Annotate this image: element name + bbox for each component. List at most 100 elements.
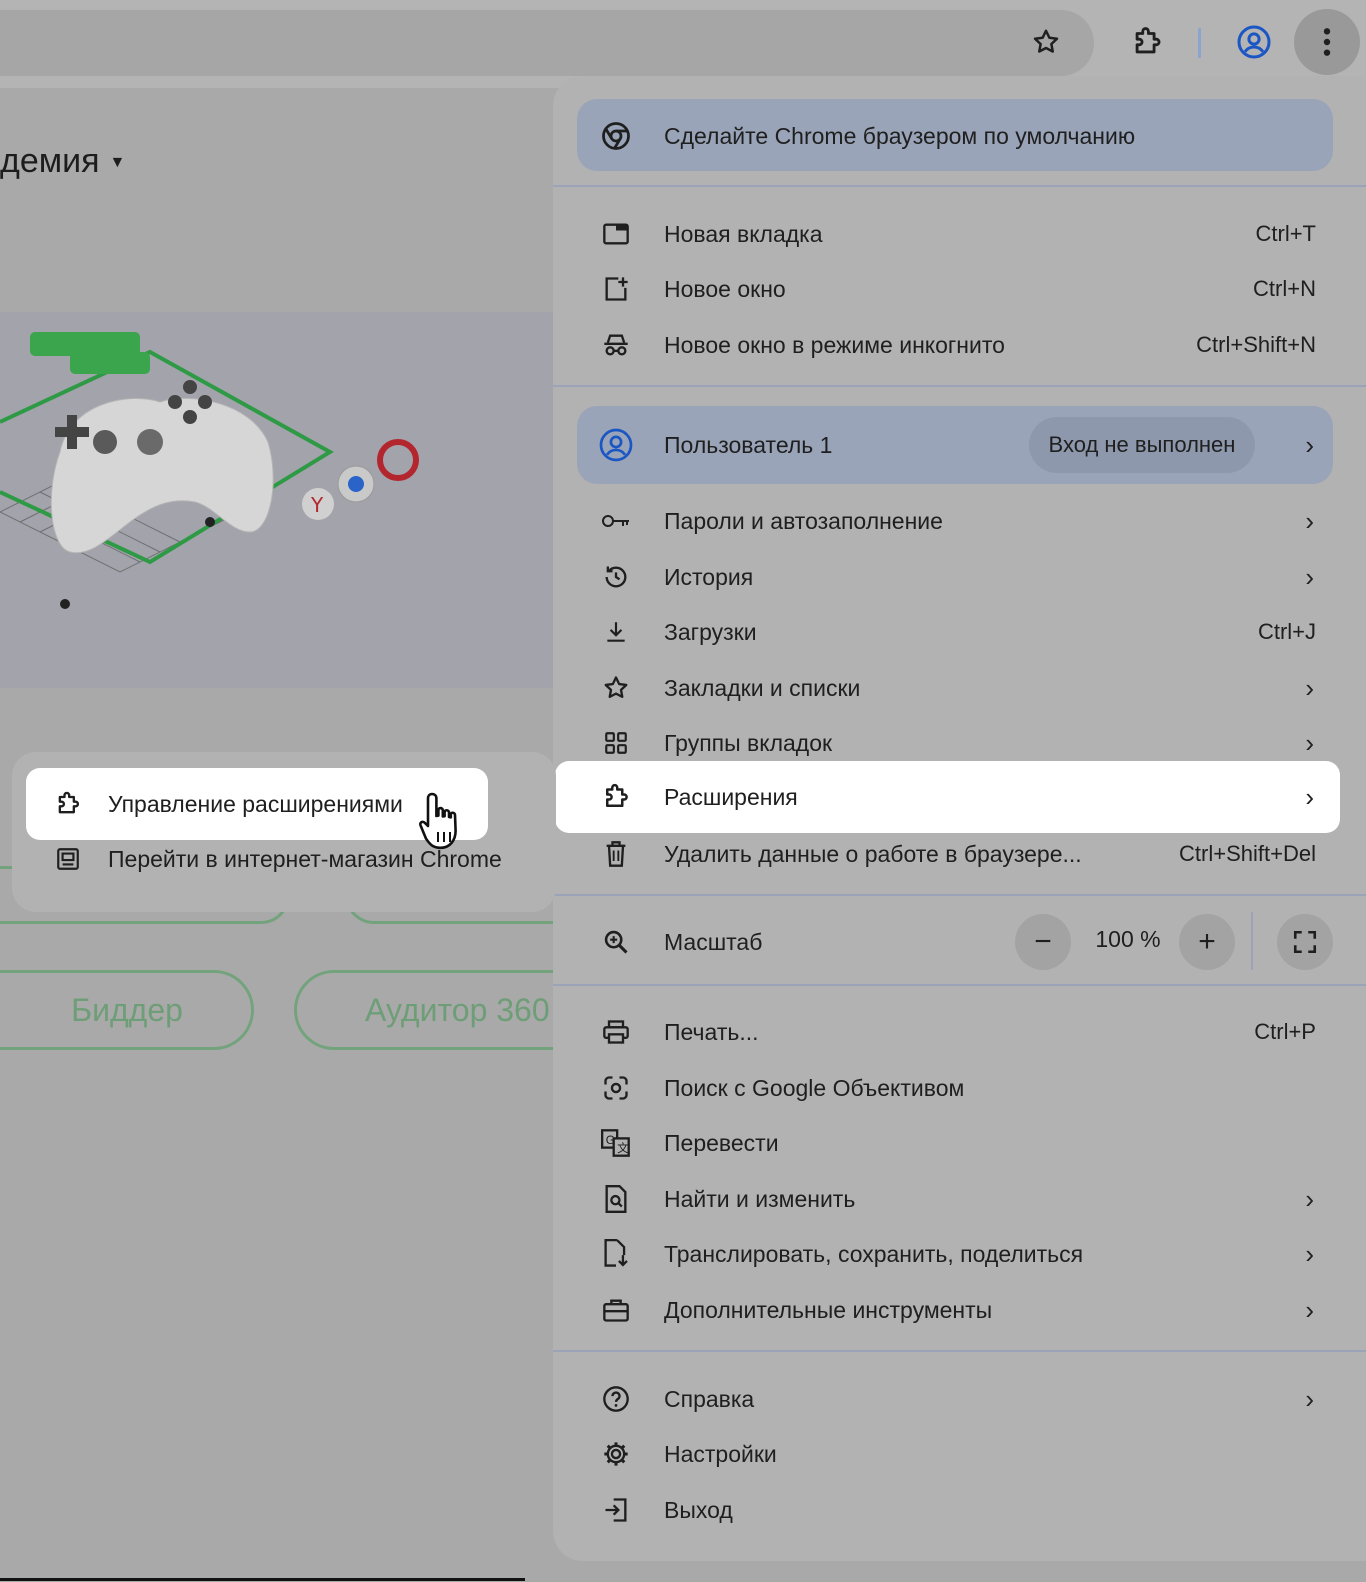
zoom-level: 100 % xyxy=(1095,926,1161,952)
menu-item-label: Сделайте Chrome браузером по умолчанию xyxy=(664,122,1136,149)
menu-item-translate[interactable]: G文 Перевести xyxy=(553,1115,1366,1171)
zoom-magnifier-icon xyxy=(598,924,634,960)
menu-divider xyxy=(553,984,1366,986)
chevron-right-icon: › xyxy=(1305,429,1314,460)
menu-item-new-tab[interactable]: Новая вкладка Ctrl+T xyxy=(553,206,1366,262)
cast-save-icon xyxy=(598,1236,634,1272)
caret-down-icon: ▼ xyxy=(109,154,126,172)
page-divider xyxy=(0,1578,525,1581)
menu-item-extensions[interactable]: Расширения › xyxy=(553,769,1366,825)
svg-text:文: 文 xyxy=(617,1141,629,1155)
fullscreen-icon xyxy=(1293,930,1317,954)
tab-groups-icon xyxy=(598,725,634,761)
menu-divider xyxy=(553,894,1366,896)
menu-item-label: Группы вкладок xyxy=(664,729,833,756)
menu-item-bookmarks[interactable]: Закладки и списки › xyxy=(553,660,1366,716)
hand-cursor-icon xyxy=(416,790,472,858)
profile-name: Пользователь 1 xyxy=(664,431,833,458)
menu-item-find[interactable]: Найти и изменить › xyxy=(553,1171,1366,1227)
menu-item-shortcut: Ctrl+P xyxy=(1254,1019,1316,1044)
printer-icon xyxy=(598,1014,634,1050)
menu-item-shortcut: Ctrl+T xyxy=(1255,221,1317,246)
bidder-button[interactable]: Биддер xyxy=(0,970,254,1050)
toolbar-separator xyxy=(1198,28,1201,58)
new-window-icon xyxy=(598,271,634,307)
menu-item-clear-data[interactable]: Удалить данные о работе в браузере... Ct… xyxy=(553,826,1366,882)
fullscreen-button[interactable] xyxy=(1277,914,1333,970)
zoom-separator xyxy=(1251,912,1253,970)
sign-in-status-chip[interactable]: Вход не выполнен xyxy=(1029,417,1255,473)
set-default-browser-item[interactable]: Сделайте Chrome браузером по умолчанию xyxy=(553,108,1366,164)
profile-avatar-icon[interactable] xyxy=(1224,12,1284,72)
page-heading-text: демия xyxy=(0,142,100,180)
menu-item-label: Поиск с Google Объективом xyxy=(664,1074,965,1101)
menu-item-help[interactable]: Справка › xyxy=(553,1371,1366,1427)
menu-item-new-window[interactable]: Новое окно Ctrl+N xyxy=(553,261,1366,317)
chevron-right-icon: › xyxy=(1305,1238,1314,1269)
zoom-out-button[interactable]: − xyxy=(1015,914,1071,970)
menu-item-label: Справка xyxy=(664,1385,755,1412)
auditor-360-button[interactable]: Аудитор 360 xyxy=(294,970,594,1050)
chevron-right-icon: › xyxy=(1305,781,1314,812)
download-icon xyxy=(598,614,634,650)
menu-item-downloads[interactable]: Загрузки Ctrl+J xyxy=(553,604,1366,660)
chrome-main-menu: Сделайте Chrome браузером по умолчанию Н… xyxy=(553,76,1366,1561)
menu-item-label: Перевести xyxy=(664,1129,779,1156)
menu-item-shortcut: Ctrl+Shift+N xyxy=(1196,332,1316,357)
extensions-puzzle-icon[interactable] xyxy=(1117,12,1177,72)
chevron-right-icon: › xyxy=(1305,727,1314,758)
menu-item-google-lens[interactable]: Поиск с Google Объективом xyxy=(553,1060,1366,1116)
zoom-in-button[interactable]: + xyxy=(1179,914,1235,970)
submenu-item-label: Управление расширениями xyxy=(108,790,403,817)
trash-icon xyxy=(598,836,634,872)
bookmark-star-icon[interactable] xyxy=(1016,12,1076,72)
menu-item-label: Расширения xyxy=(664,783,798,810)
page-heading[interactable]: демия ▼ xyxy=(0,142,125,181)
extensions-puzzle-icon xyxy=(52,788,84,820)
translate-icon: G文 xyxy=(598,1125,634,1161)
gamepad-illustration: Y xyxy=(0,332,419,609)
profile-avatar-icon xyxy=(598,427,634,463)
menu-item-label: Новое окно xyxy=(664,275,786,302)
menu-item-incognito[interactable]: Новое окно в режиме инкогнито Ctrl+Shift… xyxy=(553,317,1366,373)
menu-item-exit[interactable]: Выход xyxy=(553,1482,1366,1538)
address-bar[interactable] xyxy=(0,10,1094,76)
menu-item-label: Пароли и автозаполнение xyxy=(664,507,943,534)
gear-icon xyxy=(598,1436,634,1472)
chevron-right-icon: › xyxy=(1305,672,1314,703)
menu-item-history[interactable]: История › xyxy=(553,549,1366,605)
chevron-right-icon: › xyxy=(1305,1183,1314,1214)
menu-item-settings[interactable]: Настройки xyxy=(553,1426,1366,1482)
menu-item-label: История xyxy=(664,563,754,590)
menu-item-print[interactable]: Печать... Ctrl+P xyxy=(553,1004,1366,1060)
menu-divider xyxy=(553,185,1366,187)
menu-item-label: Найти и изменить xyxy=(664,1185,856,1212)
chevron-right-icon: › xyxy=(1305,505,1314,536)
hero-illustration: Y xyxy=(0,312,560,688)
menu-item-passwords[interactable]: Пароли и автозаполнение › xyxy=(553,493,1366,549)
extensions-submenu: Управление расширениями Перейти в интерн… xyxy=(12,752,556,912)
menu-item-shortcut: Ctrl+N xyxy=(1253,276,1316,301)
chevron-right-icon: › xyxy=(1305,1383,1314,1414)
menu-item-cast-save-share[interactable]: Транслировать, сохранить, поделиться › xyxy=(553,1226,1366,1282)
help-icon xyxy=(598,1381,634,1417)
menu-item-label: Выход xyxy=(664,1496,733,1523)
menu-divider xyxy=(553,1350,1366,1352)
extensions-puzzle-icon xyxy=(598,779,634,815)
find-in-page-icon xyxy=(598,1181,634,1217)
google-lens-icon xyxy=(598,1070,634,1106)
menu-item-label: Транслировать, сохранить, поделиться xyxy=(664,1240,1084,1267)
chrome-logo-icon xyxy=(598,118,634,154)
menu-item-label: Удалить данные о работе в браузере... xyxy=(664,840,1082,867)
menu-item-more-tools[interactable]: Дополнительные инструменты › xyxy=(553,1282,1366,1338)
web-store-icon xyxy=(52,843,84,875)
chrome-menu-kebab-icon[interactable] xyxy=(1294,9,1360,75)
menu-item-shortcut: Ctrl+Shift+Del xyxy=(1179,841,1316,866)
menu-item-label: Новое окно в режиме инкогнито xyxy=(664,331,1005,358)
menu-item-label: Печать... xyxy=(664,1018,759,1045)
incognito-icon xyxy=(598,327,634,363)
new-tab-icon xyxy=(598,216,634,252)
menu-item-label: Масштаб xyxy=(664,928,763,955)
key-icon xyxy=(598,503,634,539)
toolbox-icon xyxy=(598,1292,634,1328)
